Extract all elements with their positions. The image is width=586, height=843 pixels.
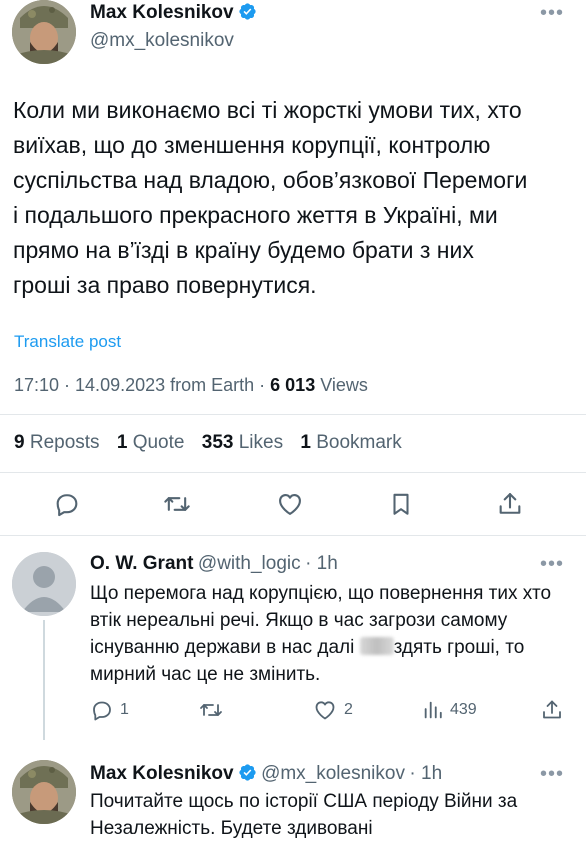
likes-stat[interactable]: 353 Likes xyxy=(202,432,283,453)
like-count: 2 xyxy=(344,701,353,718)
views-icon xyxy=(424,701,442,719)
repost-icon xyxy=(200,704,222,716)
reply2-author-avatar[interactable] xyxy=(12,760,76,824)
reply-share-button[interactable] xyxy=(540,698,564,727)
reply-author-name[interactable]: O. W. Grant xyxy=(90,553,193,574)
reply-author-handle[interactable]: @with_logic xyxy=(198,553,301,574)
post-text: Коли ми виконаємо всі ті жорсткі умови т… xyxy=(13,97,528,298)
main-author-handle[interactable]: @mx_kolesnikov xyxy=(90,30,234,52)
like-icon xyxy=(315,701,335,720)
bookmarks-stat[interactable]: 1 Bookmark xyxy=(300,432,401,453)
reply-time[interactable]: · 1h xyxy=(305,553,338,574)
post-timestamp[interactable]: 17:10 · 14.09.2023 from Earth · xyxy=(14,375,270,395)
reply-views-button[interactable]: 439 xyxy=(422,698,477,722)
reply-count: 1 xyxy=(120,701,129,718)
verified-badge-icon xyxy=(238,764,256,781)
more-icon[interactable]: ••• xyxy=(540,2,564,25)
reply2-time[interactable]: · 1h xyxy=(409,763,442,784)
censored-blur xyxy=(359,637,394,655)
divider xyxy=(0,535,586,536)
views-label: Views xyxy=(315,375,368,395)
reply-like-button[interactable]: 2 xyxy=(312,698,353,722)
more-icon[interactable]: ••• xyxy=(540,553,564,576)
reply2-text: Почитайте щось по історії США періоду Ві… xyxy=(90,791,518,839)
repost-icon[interactable] xyxy=(162,490,192,518)
post-meta: 17:10 · 14.09.2023 from Earth · 6 013 Vi… xyxy=(14,375,368,396)
reply-reply-button[interactable]: 1 xyxy=(90,698,129,722)
translate-post-link[interactable]: Translate post xyxy=(14,332,121,352)
view-count: 439 xyxy=(450,701,477,718)
divider xyxy=(0,472,586,473)
reply-repost-button[interactable] xyxy=(198,698,224,727)
reply2-author-handle[interactable]: @mx_kolesnikov xyxy=(261,763,405,784)
reply-author-avatar[interactable] xyxy=(12,552,76,616)
reply2-author-name[interactable]: Max Kolesnikov xyxy=(90,763,234,784)
share-icon xyxy=(543,700,561,719)
reposts-stat[interactable]: 9 Reposts xyxy=(14,432,100,453)
views-count: 6 013 xyxy=(270,375,316,395)
quotes-stat[interactable]: 1 Quote xyxy=(117,432,185,453)
reply-text: Що перемога над корупцією, що повернення… xyxy=(90,583,552,685)
thread-line xyxy=(43,620,45,740)
more-icon[interactable]: ••• xyxy=(540,763,564,786)
engagement-stats: 9 Reposts 1 Quote 353 Likes 1 Bookmark xyxy=(14,432,414,454)
like-icon[interactable] xyxy=(275,490,305,518)
divider xyxy=(0,414,586,415)
main-author-name[interactable]: Max Kolesnikov xyxy=(90,2,234,23)
reply-icon xyxy=(93,701,111,721)
reply-icon[interactable] xyxy=(53,490,81,518)
share-icon[interactable] xyxy=(496,490,524,518)
main-author-avatar[interactable] xyxy=(12,0,76,64)
verified-badge-icon xyxy=(238,3,256,20)
bookmark-icon[interactable] xyxy=(388,490,414,518)
